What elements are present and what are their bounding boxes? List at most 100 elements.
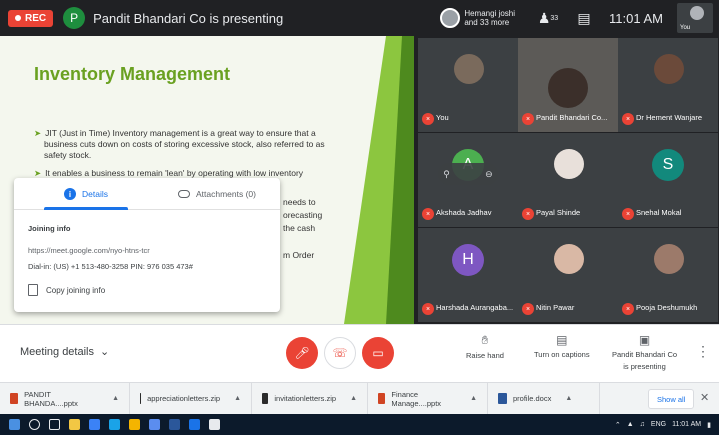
captions-label: Turn on captions xyxy=(534,350,590,359)
tray-language[interactable]: ENG xyxy=(651,421,666,428)
download-filename: profile.docx xyxy=(513,394,552,403)
chevron-up-icon[interactable]: ▲ xyxy=(350,395,357,402)
meeting-details-label: Meeting details xyxy=(20,345,94,358)
participant-tile[interactable]: × Nitin Pawar xyxy=(518,228,618,322)
notification-icon[interactable]: ▮ xyxy=(707,421,711,429)
remove-icon[interactable]: ⊖ xyxy=(485,169,493,180)
close-icon[interactable]: ✕ xyxy=(700,391,709,404)
participant-name: Harshada Aurangaba... xyxy=(436,303,514,312)
chat-button[interactable]: ▤ xyxy=(573,7,595,29)
download-filename: Finance Manage....pptx xyxy=(391,389,442,408)
app-icon[interactable] xyxy=(149,419,160,430)
participant-name: Payal Shinde xyxy=(536,208,581,217)
participant-name: You xyxy=(436,113,449,122)
camera-toggle-button[interactable]: ▭ xyxy=(362,337,394,369)
download-item[interactable]: PANDIT BHANDA....pptx ▲ xyxy=(0,382,130,415)
downloads-bar: PANDIT BHANDA....pptx ▲ appreciationlett… xyxy=(0,382,719,415)
chevron-up-icon[interactable]: ▲ xyxy=(470,395,477,402)
participant-tile[interactable]: H × Harshada Aurangaba... xyxy=(418,228,518,322)
bullet-arrow-icon: ➤ xyxy=(34,128,42,138)
pptx-file-icon xyxy=(378,393,386,404)
store-icon[interactable] xyxy=(89,419,100,430)
chevron-up-icon[interactable]: ▲ xyxy=(112,395,119,402)
network-icon[interactable]: ▲ xyxy=(627,421,634,428)
tab-details[interactable]: i Details xyxy=(64,178,108,210)
chevron-up-icon[interactable]: ▲ xyxy=(234,395,241,402)
download-item[interactable]: profile.docx ▲ xyxy=(488,382,600,415)
search-icon[interactable] xyxy=(29,419,40,430)
mic-off-icon: × xyxy=(522,113,534,125)
presenter-avatar: P xyxy=(63,7,86,29)
download-item[interactable]: appreciationletters.zip ▲ xyxy=(130,382,252,415)
file-explorer-icon[interactable] xyxy=(69,419,80,430)
more-options-icon[interactable]: ⋮ xyxy=(696,343,710,360)
participant-tile[interactable]: × Pooja Deshumukh xyxy=(618,228,718,322)
chrome-icon[interactable] xyxy=(129,419,140,430)
tab-attachments[interactable]: Attachments (0) xyxy=(178,178,256,210)
meeting-controls-bar: Meeting details ⌄ 🎤︎ ☏ ▭ ✋︎ Raise hand ▤… xyxy=(0,324,719,382)
edge-icon[interactable] xyxy=(109,419,120,430)
pin-icon[interactable]: ⚲ xyxy=(443,169,450,180)
slide-fragment-2: orecasting xyxy=(283,210,323,220)
mic-off-icon: × xyxy=(622,303,634,315)
participant-tile[interactable]: S × Snehal Mokal xyxy=(618,133,718,227)
top-right-area: Hemangi joshi and 33 more ♟ 33 ▤ 11:01 A… xyxy=(440,0,719,36)
participant-tile[interactable]: × You xyxy=(418,38,518,132)
meeting-details-button[interactable]: Meeting details ⌄ xyxy=(20,345,109,359)
info-icon: i xyxy=(64,188,76,200)
participant-name: Snehal Mokal xyxy=(636,208,682,217)
meeting-details-panel: i Details Attachments (0) Joining info h… xyxy=(14,178,280,312)
self-view[interactable]: You xyxy=(677,3,713,33)
active-tab-indicator xyxy=(44,207,128,210)
show-all-downloads-button[interactable]: Show all xyxy=(648,389,695,409)
participant-initial: S xyxy=(652,149,684,181)
copy-label: Copy joining info xyxy=(46,285,106,295)
presenting-text: Pandit Bhandari Co is presenting xyxy=(93,10,284,26)
participants-summary: Hemangi joshi and 33 more xyxy=(464,9,515,27)
docx-file-icon xyxy=(498,393,507,404)
download-item[interactable]: invitationletters.zip ▲ xyxy=(252,382,368,415)
participant-tile[interactable]: × Payal Shinde xyxy=(518,133,618,227)
task-view-icon[interactable] xyxy=(49,419,60,430)
participant-photo xyxy=(454,54,484,84)
top-bar: REC P Pandit Bhandari Co is presenting H… xyxy=(0,0,719,36)
participant-avatar xyxy=(440,8,461,28)
participants-chip[interactable]: Hemangi joshi and 33 more xyxy=(440,8,515,28)
clock: 11:01 AM xyxy=(609,10,663,26)
presenting-status-button[interactable]: ▣ Pandit Bhandari Co is presenting xyxy=(612,333,677,371)
self-avatar xyxy=(690,6,704,20)
bullet2-line1: It enables a business to remain 'lean' b… xyxy=(45,168,304,178)
chevron-up-icon[interactable]: ▲ xyxy=(565,395,572,402)
mic-off-icon: × xyxy=(422,208,434,220)
app-icon[interactable] xyxy=(209,419,220,430)
raise-hand-label: Raise hand xyxy=(466,351,504,360)
presenting-line1: Pandit Bhandari Co xyxy=(612,350,678,359)
app-icon[interactable] xyxy=(189,419,200,430)
participant-name: Pooja Deshumukh xyxy=(636,303,698,312)
tile-hover-controls[interactable]: ⚲ ⊖ xyxy=(438,163,498,185)
participant-tile[interactable]: A ⚲ ⊖ × Akshada Jadhav xyxy=(418,133,518,227)
copy-joining-info-button[interactable]: Copy joining info xyxy=(28,284,105,296)
app-icon[interactable] xyxy=(169,419,180,430)
microphone-toggle-button[interactable]: 🎤︎ xyxy=(286,337,318,369)
mic-off-icon: 🎤︎ xyxy=(294,346,310,360)
volume-icon[interactable]: ♫ xyxy=(640,421,645,428)
participants-line1: Hemangi joshi xyxy=(464,9,516,18)
raise-hand-button[interactable]: ✋︎ Raise hand xyxy=(466,333,504,360)
tray-arrow-icon[interactable]: ⌃ xyxy=(615,421,621,429)
people-button[interactable]: ♟ 33 xyxy=(537,7,559,29)
tab-details-label: Details xyxy=(82,189,108,199)
camera-off-icon: ▭ xyxy=(372,346,384,360)
mic-off-icon: × xyxy=(522,303,534,315)
download-item[interactable]: Finance Manage....pptx ▲ xyxy=(368,382,488,415)
windows-start-icon[interactable] xyxy=(9,419,20,430)
participant-tile[interactable]: × Dr Hement Wanjare xyxy=(618,38,718,132)
participant-photo xyxy=(654,54,684,84)
tray-time[interactable]: 11:01 AM xyxy=(672,421,701,428)
meet-link[interactable]: https://meet.google.com/nyo-htns-tcr xyxy=(28,246,150,255)
dial-in-info: Dial-in: (US) +1 513-480-3258 PIN: 976 0… xyxy=(28,262,193,271)
participant-tile-presenter[interactable]: × Pandit Bhandari Co... xyxy=(518,38,618,132)
leave-call-button[interactable]: ☏ xyxy=(324,337,356,369)
participant-name: Nitin Pawar xyxy=(536,303,575,312)
captions-button[interactable]: ▤ Turn on captions xyxy=(534,333,590,359)
